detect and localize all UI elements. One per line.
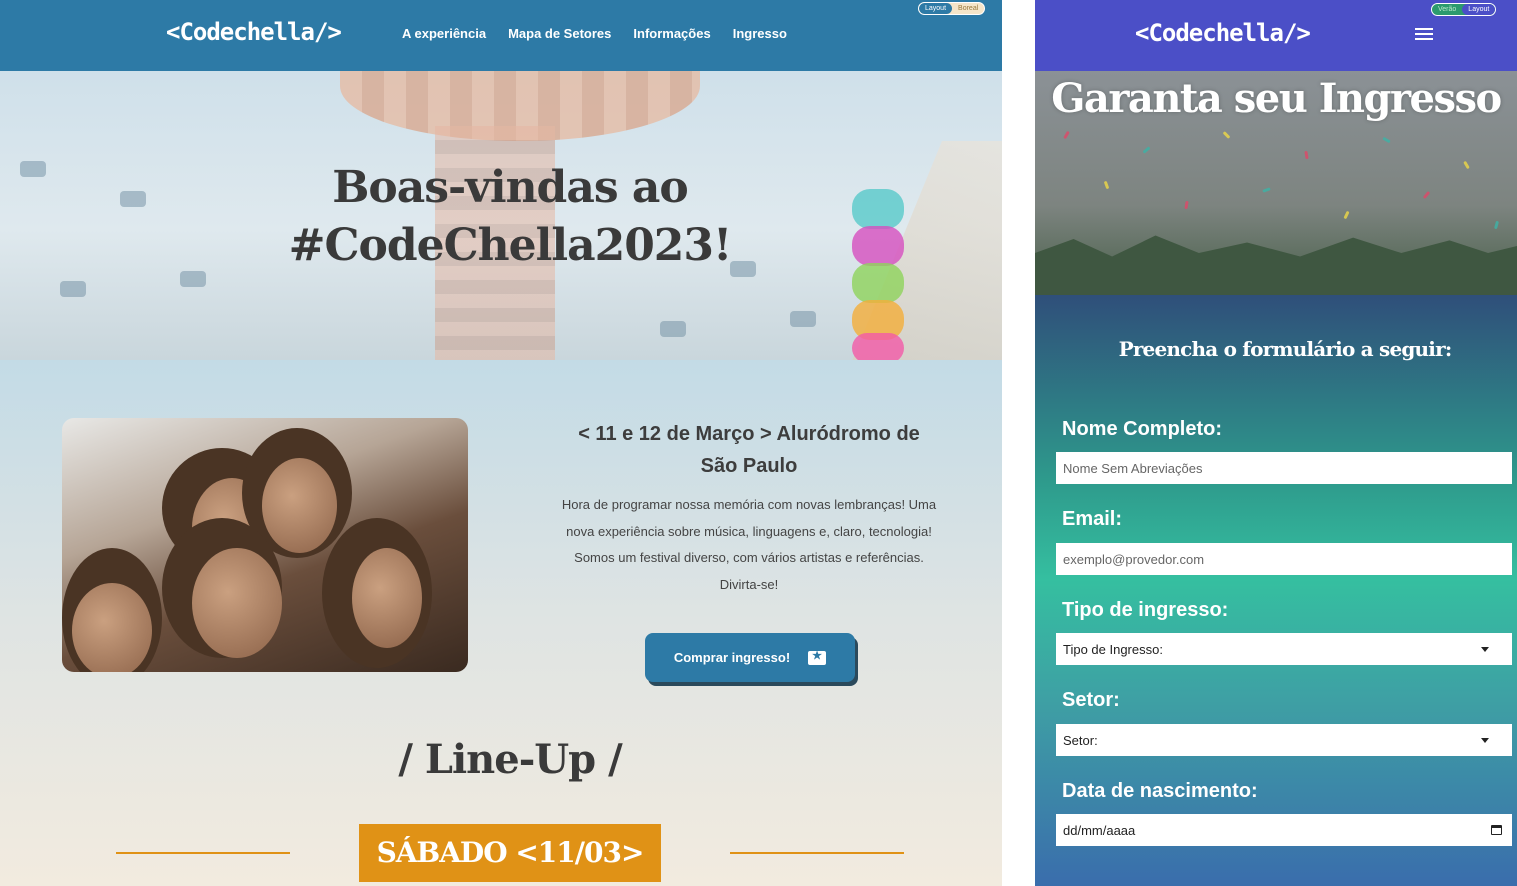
confetti-image	[1103, 180, 1110, 190]
lineup-title: / Line-Up /	[398, 736, 622, 783]
email-input[interactable]	[1056, 543, 1512, 575]
swing-image	[790, 311, 816, 327]
swing-image	[120, 191, 146, 207]
confetti-image	[1422, 190, 1431, 200]
mobile-header: <Codechella/> Verão Layout	[1035, 0, 1517, 71]
desktop-page: <Codechella/> A experiência Mapa de Seto…	[0, 0, 1002, 886]
logo[interactable]: <Codechella/>	[1135, 19, 1311, 47]
photo-detail	[192, 548, 282, 658]
theme-option-verao[interactable]: Verão	[1432, 4, 1462, 15]
day-badge: SÁBADO <11/03>	[359, 824, 661, 882]
confetti-image	[1463, 160, 1470, 170]
nav-item-ingresso[interactable]: Ingresso	[733, 26, 787, 41]
swing-image	[60, 281, 86, 297]
confetti-image	[1304, 150, 1309, 160]
birthdate-input[interactable]: dd/mm/aaaa	[1056, 814, 1512, 846]
event-description: Hora de programar nossa memória com nova…	[561, 497, 937, 592]
ticket-hero-title: Garanta seu Ingresso	[1051, 75, 1502, 122]
chevron-down-icon	[1481, 737, 1489, 743]
plush-toy-image	[852, 189, 904, 229]
confetti-image	[1063, 130, 1070, 140]
theme-option-layout[interactable]: Layout	[919, 3, 953, 14]
festival-crowd-photo	[62, 418, 468, 672]
event-title: < 11 e 12 de Março > Aluródromo de São P…	[578, 423, 920, 477]
swing-image	[660, 321, 686, 337]
plush-toy-image	[852, 263, 904, 303]
nav-item-mapa-setores[interactable]: Mapa de Setores	[508, 26, 611, 41]
divider-line	[116, 852, 290, 854]
trees-silhouette-image	[1035, 235, 1517, 295]
buy-ticket-label: Comprar ingresso!	[673, 650, 791, 665]
desktop-header: <Codechella/> A experiência Mapa de Seto…	[0, 0, 1002, 71]
theme-option-layout[interactable]: Layout	[1462, 4, 1496, 15]
swing-image	[20, 161, 46, 177]
hero-title: Boas-vindas ao #CodeChella2023!	[288, 162, 733, 271]
menu-icon[interactable]	[1415, 28, 1433, 42]
logo[interactable]: <Codechella/>	[166, 18, 342, 46]
ticket-hero-banner: Garanta seu Ingresso	[1035, 71, 1517, 295]
plush-toy-image	[852, 226, 904, 266]
photo-detail	[72, 583, 152, 672]
sector-value: Setor:	[1063, 732, 1098, 748]
nav-item-experiencia[interactable]: A experiência	[402, 26, 486, 41]
ticket-icon	[808, 649, 827, 665]
email-label: Email:	[1062, 508, 1123, 530]
confetti-image	[1184, 200, 1189, 210]
photo-detail	[262, 458, 337, 553]
sector-select[interactable]: Setor:	[1056, 724, 1512, 756]
ticket-type-select[interactable]: Tipo de Ingresso:	[1056, 633, 1512, 665]
confetti-image	[1262, 187, 1271, 193]
mobile-page: <Codechella/> Verão Layout Garanta seu I…	[1035, 0, 1517, 886]
ticket-type-label: Tipo de ingresso:	[1062, 599, 1229, 621]
hero-banner: Boas-vindas ao #CodeChella2023!	[0, 71, 1002, 360]
ticket-type-value: Tipo de Ingresso:	[1063, 641, 1163, 657]
buy-ticket-button[interactable]: Comprar ingresso!	[645, 633, 855, 682]
theme-toggle[interactable]: Verão Layout	[1431, 3, 1497, 16]
divider-line	[730, 852, 904, 854]
name-input[interactable]	[1056, 452, 1512, 484]
photo-detail	[352, 548, 422, 648]
birthdate-value: dd/mm/aaaa	[1063, 822, 1136, 838]
form-heading: Preencha o formulário a seguir:	[1118, 337, 1453, 361]
sector-label: Setor:	[1062, 689, 1120, 711]
name-label: Nome Completo:	[1062, 418, 1222, 440]
calendar-icon[interactable]	[1491, 825, 1502, 835]
main-nav: A experiência Mapa de Setores Informaçõe…	[402, 26, 787, 41]
confetti-image	[1142, 146, 1151, 154]
confetti-image	[1382, 136, 1391, 144]
confetti-image	[1343, 210, 1350, 220]
swing-image	[180, 271, 206, 287]
chevron-down-icon	[1481, 646, 1489, 652]
plush-toy-image	[852, 333, 904, 360]
theme-toggle[interactable]: Layout Boreal	[918, 2, 986, 15]
birthdate-label: Data de nascimento:	[1062, 780, 1258, 802]
confetti-image	[1494, 220, 1499, 230]
confetti-image	[1222, 131, 1231, 139]
nav-item-informacoes[interactable]: Informações	[633, 26, 710, 41]
theme-option-boreal[interactable]: Boreal	[952, 3, 984, 14]
